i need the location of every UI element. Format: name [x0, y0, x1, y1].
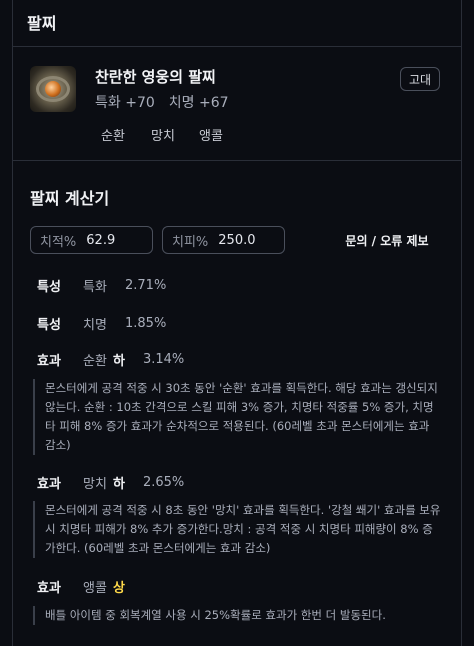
- effect-category: 효과: [37, 477, 61, 492]
- effect-name: 특화: [83, 280, 107, 295]
- effect-value: 3.14%: [142, 352, 185, 367]
- effect-description: 몬스터에게 공격 적중 시 30초 동안 '순환' 효과를 획득한다. 해당 효…: [33, 379, 443, 455]
- effect-category: 효과: [37, 581, 61, 596]
- grade-badge: 고대: [400, 67, 440, 91]
- crit-damage-label: 치피%: [172, 234, 209, 250]
- effect-category: 특성: [37, 280, 61, 295]
- effect-row: 효과 망치 하 2.65%: [37, 473, 184, 492]
- calculator-title: 팔찌 계산기: [30, 189, 110, 208]
- effect-category: 특성: [37, 318, 61, 333]
- item-stats: 특화 +70 치명 +67: [95, 92, 243, 112]
- effect-value: 2.71%: [125, 278, 167, 293]
- report-button[interactable]: 문의 / 오류 제보: [336, 226, 438, 254]
- effect-row: 특성 치명 1.85%: [37, 314, 166, 333]
- crit-rate-label: 치적%: [40, 234, 77, 250]
- right-border: [461, 0, 462, 646]
- crit-rate-value[interactable]: 62.9: [86, 233, 115, 248]
- item-stat: 특화 +70: [95, 95, 155, 111]
- crit-damage-value[interactable]: 250.0: [218, 233, 255, 248]
- effect-value: 1.85%: [125, 316, 167, 331]
- bracelet-item-icon: [30, 66, 76, 112]
- left-border: [12, 0, 13, 646]
- crit-rate-input[interactable]: 치적% 62.9: [30, 226, 153, 254]
- divider: [12, 46, 462, 47]
- item-stat: 치명 +67: [168, 95, 229, 111]
- effect-level: 하: [113, 354, 125, 369]
- effect-level: 상: [113, 581, 125, 596]
- tag-cycle: 순환: [101, 129, 125, 144]
- tag-hammer: 망치: [151, 129, 175, 144]
- crit-damage-input[interactable]: 치피% 250.0: [162, 226, 285, 254]
- effect-description: 몬스터에게 공격 적중 시 8초 동안 '망치' 효과를 획득한다. '강철 쐐…: [33, 501, 443, 558]
- effect-row: 특성 특화 2.71%: [37, 276, 166, 295]
- item-name: 찬란한 영웅의 팔찌: [95, 68, 216, 86]
- effect-row: 효과 앵콜 상: [37, 577, 143, 596]
- bracelet-gem-shape: [45, 81, 61, 97]
- effect-description: 배틀 아이템 중 회복계열 사용 시 25%확률로 효과가 한번 더 발동된다.: [33, 606, 443, 625]
- effect-row: 효과 순환 하 3.14%: [37, 350, 184, 369]
- divider: [12, 160, 462, 161]
- effect-category: 효과: [37, 354, 61, 369]
- bracelet-panel: 팔찌 찬란한 영웅의 팔찌 특화 +70 치명 +67 고대 순환 망치 앵콜 팔…: [0, 0, 474, 646]
- page-title: 팔찌: [27, 14, 57, 33]
- tag-encore: 앵콜: [199, 129, 223, 144]
- effect-name: 치명: [83, 318, 107, 333]
- effect-level: 하: [113, 477, 125, 492]
- effect-value: 2.65%: [142, 475, 185, 490]
